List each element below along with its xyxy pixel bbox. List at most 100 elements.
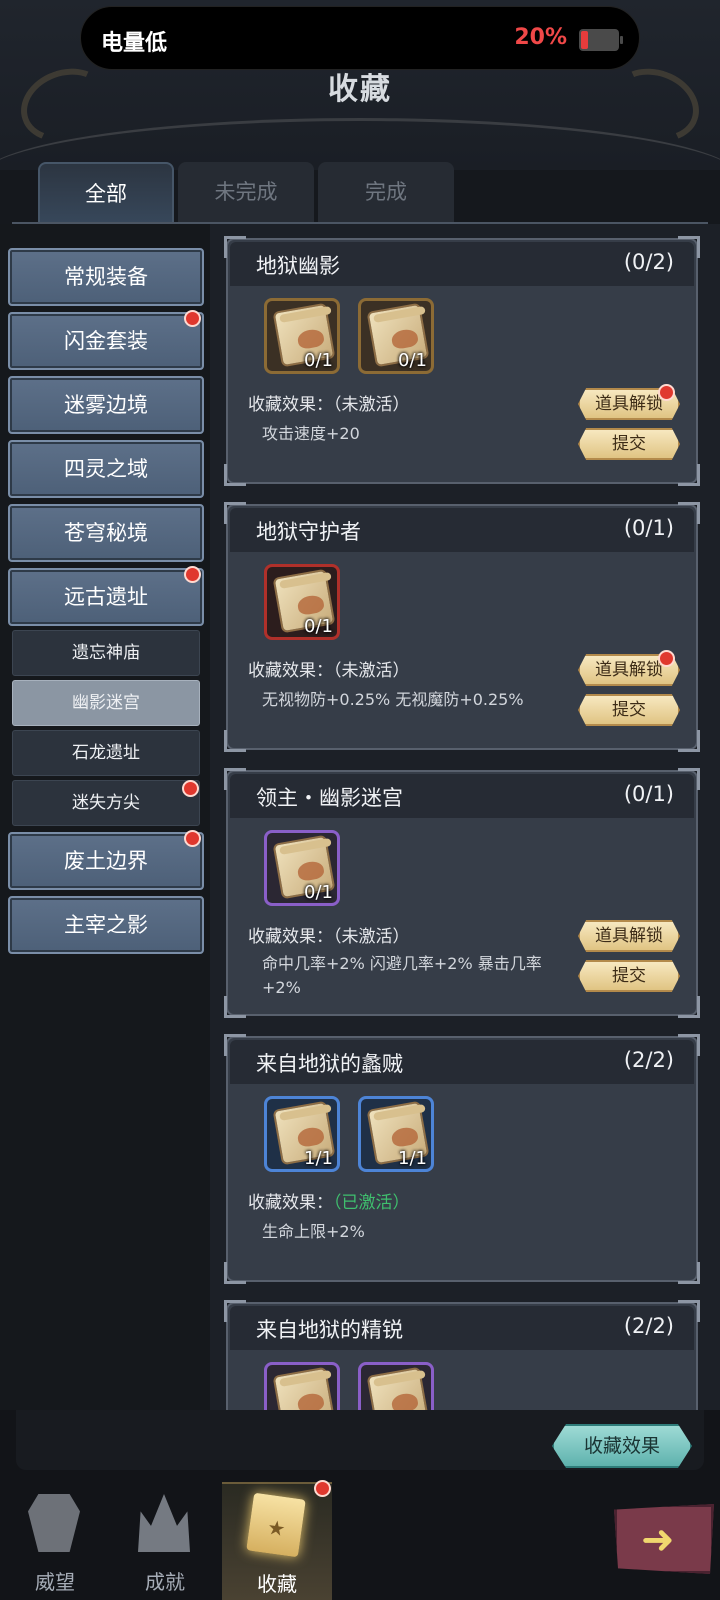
- card-title: 领主・幽影迷宫: [256, 786, 403, 810]
- battery-icon: [579, 29, 623, 51]
- card-header: 来自地狱的精锐 (2/2): [230, 1306, 694, 1350]
- category-ancient-ruins[interactable]: 远古遗址: [8, 568, 204, 626]
- notification-dot: [314, 1480, 331, 1497]
- battery-percent: 20%: [514, 25, 567, 50]
- collection-item-slot[interactable]: [358, 1362, 434, 1410]
- scroll-icon: [274, 1369, 334, 1410]
- effect-status: 收藏效果：（未激活）: [248, 922, 410, 947]
- category-gold-set[interactable]: 闪金套装: [8, 312, 204, 370]
- low-battery-label: 电量低: [101, 31, 168, 56]
- page-title: 收藏: [328, 72, 392, 107]
- notification-dot: [184, 566, 201, 583]
- subcategory-shadow-maze[interactable]: 幽影迷宫: [12, 680, 200, 726]
- effect-label: 收藏效果：: [248, 395, 333, 415]
- corner-ornament: [678, 1034, 700, 1056]
- notification-dot: [658, 384, 675, 401]
- corner-ornament: [224, 502, 246, 524]
- card-progress: (0/2): [623, 250, 674, 274]
- corner-ornament: [678, 502, 700, 524]
- collection-effects-button[interactable]: 收藏效果: [552, 1424, 692, 1468]
- subcategory-lost-obelisk[interactable]: 迷失方尖: [12, 780, 200, 826]
- effect-label: 收藏效果：: [248, 661, 333, 681]
- collection-item-slot[interactable]: 0/1: [358, 298, 434, 374]
- card-header: 来自地狱的蠡贼 (2/2): [230, 1040, 694, 1084]
- corner-ornament: [678, 1300, 700, 1322]
- effect-state: （已激活）: [333, 1193, 410, 1213]
- notification-dot: [658, 650, 675, 667]
- effect-status: 收藏效果：（已激活）: [248, 1188, 410, 1213]
- corner-ornament: [224, 1034, 246, 1056]
- nav-prestige[interactable]: 威望: [0, 1482, 110, 1600]
- category-four-spirits[interactable]: 四灵之域: [8, 440, 204, 498]
- category-label: 迷雾边境: [64, 393, 148, 417]
- category-ruler-shadow[interactable]: 主宰之影: [8, 896, 204, 954]
- tab-all[interactable]: 全部: [38, 162, 174, 222]
- effect-bonus: 无视物防+0.25% 无视魔防+0.25%: [262, 690, 524, 709]
- category-label: 废土边界: [64, 849, 148, 873]
- card-progress: (2/2): [623, 1048, 674, 1072]
- subcategory-forgotten-temple[interactable]: 遗忘神庙: [12, 630, 200, 676]
- collection-item-slot[interactable]: 0/1: [264, 298, 340, 374]
- notification-dot: [182, 780, 199, 797]
- tab-incomplete[interactable]: 未完成: [178, 162, 314, 222]
- submit-button[interactable]: 提交: [578, 960, 680, 992]
- exit-button[interactable]: ➜: [614, 1504, 714, 1574]
- corner-ornament: [224, 768, 246, 790]
- collection-item-slot[interactable]: 0/1: [264, 564, 340, 640]
- subcategory-stone-dragon-ruins[interactable]: 石龙遗址: [12, 730, 200, 776]
- category-mist-border[interactable]: 迷雾边境: [8, 376, 204, 434]
- category-label: 闪金套装: [64, 329, 148, 353]
- collection-item-slot[interactable]: [264, 1362, 340, 1410]
- item-count: 0/1: [304, 350, 333, 371]
- category-regular-gear[interactable]: 常规装备: [8, 248, 204, 306]
- corner-ornament: [224, 1300, 246, 1322]
- submit-button[interactable]: 提交: [578, 694, 680, 726]
- nav-achievements[interactable]: 成就: [110, 1482, 220, 1600]
- shield-icon: [28, 1494, 80, 1552]
- card-title: 地狱守护者: [256, 520, 361, 544]
- submit-button[interactable]: 提交: [578, 428, 680, 460]
- effect-label: 收藏效果：: [248, 1193, 333, 1213]
- card-header: 领主・幽影迷宫 (0/1): [230, 774, 694, 818]
- bottom-bar: 收藏效果 威望 成就 ★ 收藏 ➜: [0, 1410, 720, 1600]
- card-header: 地狱守护者 (0/1): [230, 508, 694, 552]
- corner-ornament: [224, 236, 246, 258]
- item-unlock-button[interactable]: 道具解锁: [578, 920, 680, 952]
- category-label: 主宰之影: [64, 913, 148, 937]
- battery-tip: [620, 36, 623, 44]
- effect-bonus: 攻击速度+20: [262, 424, 360, 443]
- corner-ornament: [224, 996, 246, 1018]
- corner-ornament: [678, 464, 700, 486]
- battery-fill: [581, 31, 588, 49]
- corner-ornament: [224, 464, 246, 486]
- card-title: 来自地狱的精锐: [256, 1318, 403, 1342]
- nav-label: 威望: [35, 1570, 75, 1594]
- collection-card-icon: ★: [246, 1492, 306, 1558]
- arrow-right-icon: ➜: [641, 1517, 675, 1563]
- card-progress: (2/2): [623, 1314, 674, 1338]
- scroll-icon: [368, 1369, 428, 1410]
- effect-bonus: 命中几率+2% 闪避几率+2% 暴击几率+2%: [262, 954, 542, 997]
- effect-status: 收藏效果：（未激活）: [248, 656, 410, 681]
- effect-state: （未激活）: [333, 395, 410, 415]
- collection-item-slot[interactable]: 1/1: [264, 1096, 340, 1172]
- effect-label: 收藏效果：: [248, 927, 333, 947]
- corner-ornament: [678, 730, 700, 752]
- card-header: 地狱幽影 (0/2): [230, 242, 694, 286]
- category-label: 常规装备: [64, 265, 148, 289]
- tab-complete[interactable]: 完成: [318, 162, 454, 222]
- effect-state: （未激活）: [333, 661, 410, 681]
- collection-card: 来自地狱的精锐 (2/2): [224, 1300, 700, 1410]
- category-sky-realm[interactable]: 苍穹秘境: [8, 504, 204, 562]
- collection-item-slot[interactable]: 1/1: [358, 1096, 434, 1172]
- collection-list[interactable]: 地狱幽影 (0/2) 0/1 0/1 收藏效果：（未激活） 攻击速度+20 道具…: [210, 224, 720, 1410]
- nav-collection[interactable]: ★ 收藏: [222, 1482, 332, 1600]
- item-count: 1/1: [304, 1148, 333, 1169]
- item-count: 0/1: [304, 616, 333, 637]
- collection-item-slot[interactable]: 0/1: [264, 830, 340, 906]
- corner-ornament: [678, 1262, 700, 1284]
- corner-ornament: [678, 996, 700, 1018]
- corner-ornament: [224, 1262, 246, 1284]
- status-bar: 电量低 20%: [80, 6, 640, 70]
- category-wasteland-border[interactable]: 废土边界: [8, 832, 204, 890]
